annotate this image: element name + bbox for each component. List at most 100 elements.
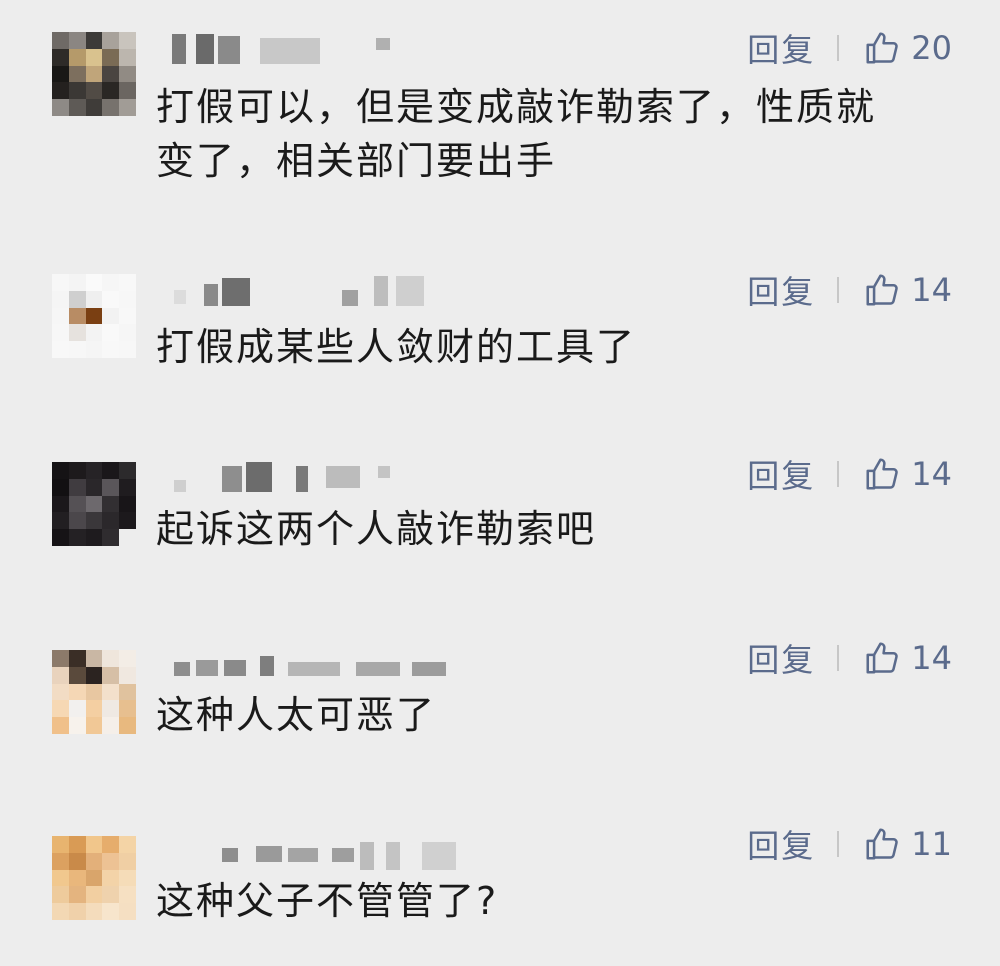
reply-button[interactable]: 回复 (747, 635, 815, 681)
avatar-pixel (85, 495, 103, 513)
avatar-pixel (119, 82, 136, 100)
avatar[interactable] (52, 836, 136, 920)
avatar-pixel (68, 462, 86, 479)
nickname-blurred (156, 462, 476, 492)
nickname-blurred (156, 34, 476, 64)
avatar-pixel (52, 495, 69, 513)
avatar-pixel (85, 700, 103, 718)
comment-actions: 回复 20 (747, 25, 952, 71)
nickname-blurred (156, 276, 476, 306)
avatar-pixel (102, 495, 120, 513)
reply-button[interactable]: 回复 (747, 821, 815, 867)
avatar-pixel (119, 903, 136, 920)
like-button[interactable]: 14 (863, 271, 952, 309)
avatar-pixel (102, 903, 120, 920)
avatar-pixel (68, 836, 86, 853)
avatar-pixel (85, 82, 103, 100)
divider (837, 831, 840, 857)
avatar[interactable] (52, 462, 136, 546)
avatar-pixel (52, 852, 69, 870)
avatar-pixel (52, 650, 69, 667)
avatar-pixel (52, 903, 69, 920)
avatar-pixel (68, 683, 86, 701)
comment-text: 打假可以，但是变成敲诈勒索了，性质就 变了，相关部门要出手 (156, 85, 877, 183)
like-button[interactable]: 20 (863, 29, 952, 67)
avatar-pixel (52, 462, 69, 479)
avatar-pixel (119, 48, 136, 66)
thumbs-up-icon (866, 642, 899, 674)
avatar[interactable] (52, 650, 136, 734)
avatar-pixel (68, 82, 86, 100)
avatar-pixel (102, 683, 120, 701)
thumbs-up-icon (866, 458, 899, 490)
avatar-pixel (52, 886, 69, 904)
like-count: 14 (911, 271, 952, 309)
avatar-pixel (102, 341, 120, 358)
divider (837, 35, 840, 61)
avatar-pixel (102, 82, 120, 100)
avatar-pixel (85, 48, 103, 66)
avatar-pixel (119, 512, 136, 530)
avatar-pixel (68, 324, 86, 342)
avatar-pixel (102, 717, 120, 734)
avatar-pixel (52, 82, 69, 100)
divider (837, 461, 840, 487)
reply-button[interactable]: 回复 (747, 451, 815, 497)
avatar-pixel (102, 886, 120, 904)
avatar-pixel (102, 700, 120, 718)
avatar-pixel (85, 341, 103, 358)
avatar-pixel (85, 903, 103, 920)
avatar-pixel (52, 683, 69, 701)
avatar-pixel (52, 717, 69, 734)
avatar-pixel (68, 529, 86, 546)
comment-text: 这种父子不管管了? (156, 879, 499, 923)
avatar[interactable] (52, 32, 136, 116)
avatar-pixel (119, 836, 136, 853)
avatar-pixel (85, 650, 103, 667)
avatar-pixel (68, 886, 86, 904)
avatar-pixel (119, 307, 136, 325)
like-count: 14 (911, 639, 952, 677)
avatar-pixel (119, 478, 136, 496)
avatar-pixel (52, 274, 69, 291)
thumbs-up-icon (866, 32, 899, 64)
divider (837, 645, 840, 671)
avatar-pixel (119, 886, 136, 904)
avatar-pixel (85, 717, 103, 734)
like-button[interactable]: 14 (863, 455, 952, 493)
avatar-pixel (119, 274, 136, 291)
like-count: 14 (911, 455, 952, 493)
avatar-pixel (52, 341, 69, 358)
reply-button[interactable]: 回复 (747, 25, 815, 71)
avatar-pixel (119, 324, 136, 342)
avatar-pixel (119, 341, 136, 358)
avatar-pixel (102, 852, 120, 870)
avatar-pixel (85, 512, 103, 530)
avatar-pixel (119, 99, 136, 116)
avatar-pixel (85, 32, 103, 49)
avatar-pixel (119, 495, 136, 513)
avatar-pixel (102, 290, 120, 308)
avatar[interactable] (52, 274, 136, 358)
comment-text: 起诉这两个人敲诈勒索吧 (156, 507, 597, 551)
avatar-pixel (52, 666, 69, 684)
avatar-pixel (68, 512, 86, 530)
avatar-pixel (102, 48, 120, 66)
avatar-pixel (102, 478, 120, 496)
like-count: 20 (911, 29, 952, 67)
avatar-pixel (102, 869, 120, 887)
avatar-pixel (85, 836, 103, 853)
avatar-pixel (68, 290, 86, 308)
avatar-pixel (119, 462, 136, 479)
avatar-pixel (68, 32, 86, 49)
comment-text: 这种人太可恶了 (156, 693, 437, 737)
like-button[interactable]: 14 (863, 639, 952, 677)
reply-button[interactable]: 回复 (747, 267, 815, 313)
divider (837, 277, 840, 303)
avatar-pixel (119, 529, 136, 546)
avatar-pixel (102, 65, 120, 83)
avatar-pixel (119, 32, 136, 49)
comment-text: 打假成某些人敛财的工具了 (156, 325, 637, 369)
avatar-pixel (119, 717, 136, 734)
like-button[interactable]: 11 (863, 825, 952, 863)
